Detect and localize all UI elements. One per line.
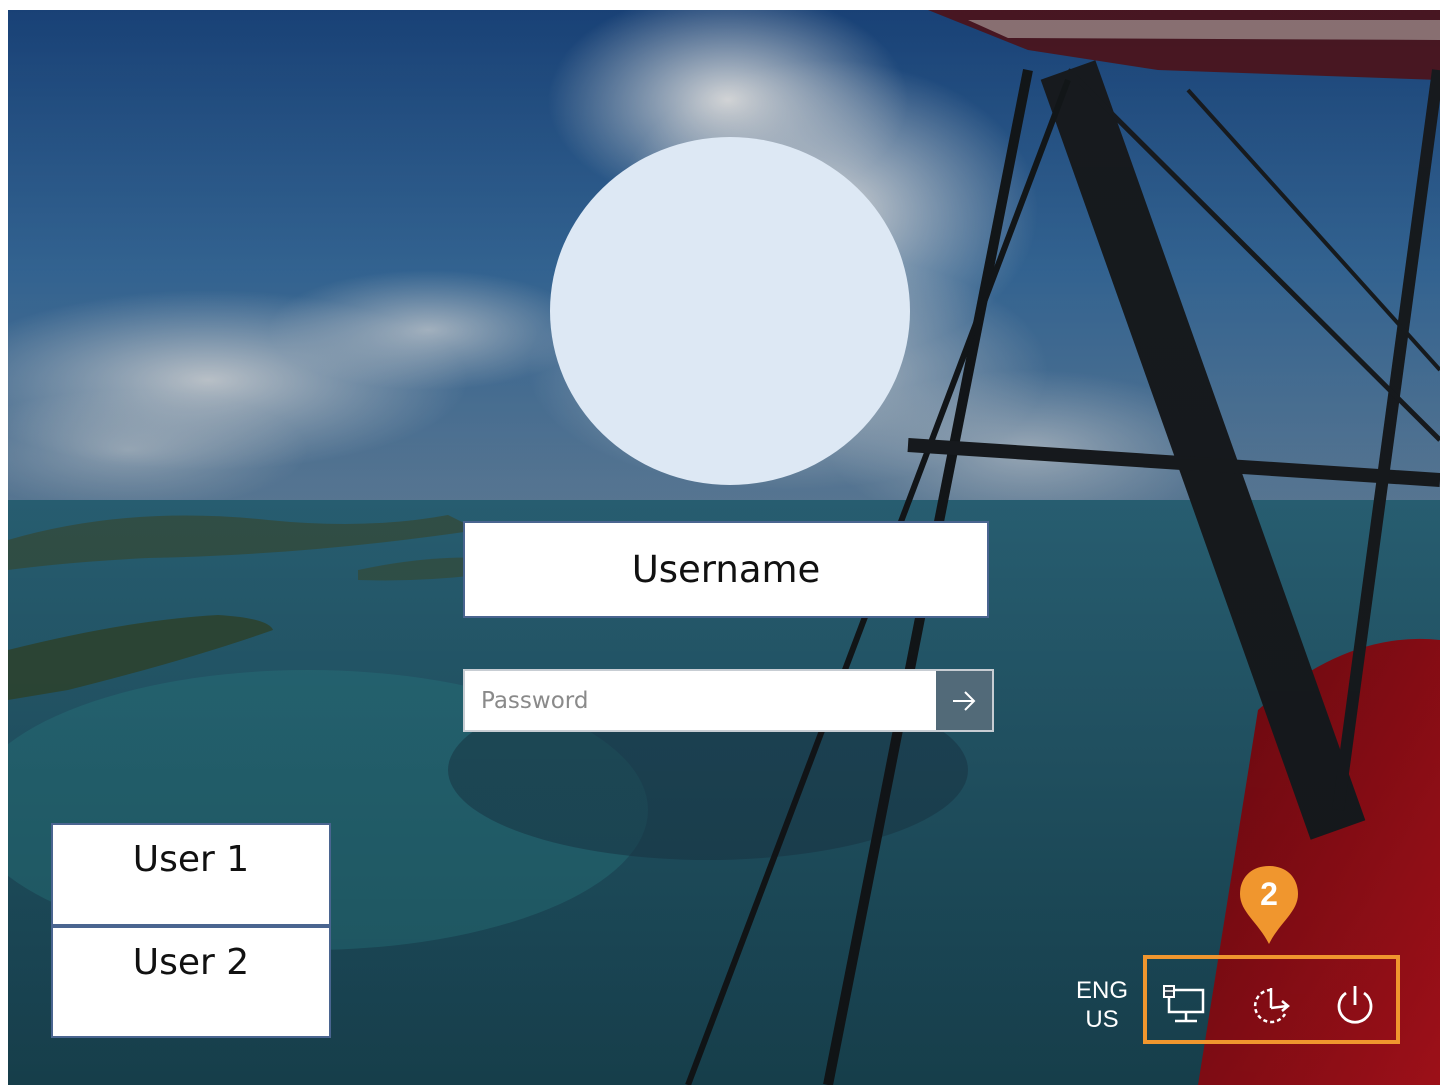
language-indicator[interactable]: ENG US: [1070, 976, 1134, 1034]
network-button[interactable]: [1150, 978, 1220, 1034]
user-list-item-1[interactable]: User 1: [51, 823, 331, 926]
password-row: [463, 669, 994, 732]
user-list-item-label: User 1: [132, 839, 250, 880]
arrow-right-icon: [953, 690, 976, 711]
submit-button[interactable]: [936, 671, 992, 730]
callout-number: 2: [1260, 876, 1278, 912]
password-input[interactable]: [465, 671, 936, 730]
username-label: Username: [463, 521, 989, 618]
ease-of-access-icon: [1253, 988, 1290, 1024]
language-region: US: [1085, 1006, 1119, 1033]
power-button[interactable]: [1320, 978, 1390, 1034]
ease-of-access-button[interactable]: [1236, 978, 1306, 1034]
user-avatar: [550, 137, 910, 485]
power-icon: [1337, 986, 1373, 1024]
network-icon: [1163, 985, 1205, 1023]
callout-marker: 2: [1234, 862, 1304, 948]
user-list-item-2[interactable]: User 2: [51, 926, 331, 1038]
user-list-item-label: User 2: [132, 942, 250, 983]
lock-screen: Username User 1 User 2 ENG US 2: [8, 10, 1440, 1085]
language-code: ENG: [1075, 977, 1128, 1004]
